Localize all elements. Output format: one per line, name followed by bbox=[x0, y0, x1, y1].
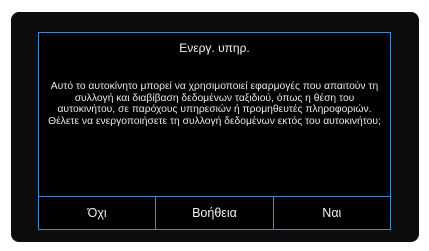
dialog-button-bar: Όχι Βοήθεια Ναι bbox=[39, 196, 390, 229]
display-screen: Ενεργ. υπηρ. Αυτό το αυτοκίνητο μπορεί ν… bbox=[11, 12, 419, 242]
dialog-message: Αυτό το αυτοκίνητο μπορεί να χρησιμοποιε… bbox=[48, 81, 381, 127]
dialog-title: Ενεργ. υπηρ. bbox=[179, 41, 250, 55]
no-button[interactable]: Όχι bbox=[39, 197, 155, 229]
yes-button[interactable]: Ναι bbox=[272, 197, 390, 229]
activate-services-dialog: Ενεργ. υπηρ. Αυτό το αυτοκίνητο μπορεί ν… bbox=[38, 32, 391, 230]
help-button[interactable]: Βοήθεια bbox=[155, 197, 272, 229]
